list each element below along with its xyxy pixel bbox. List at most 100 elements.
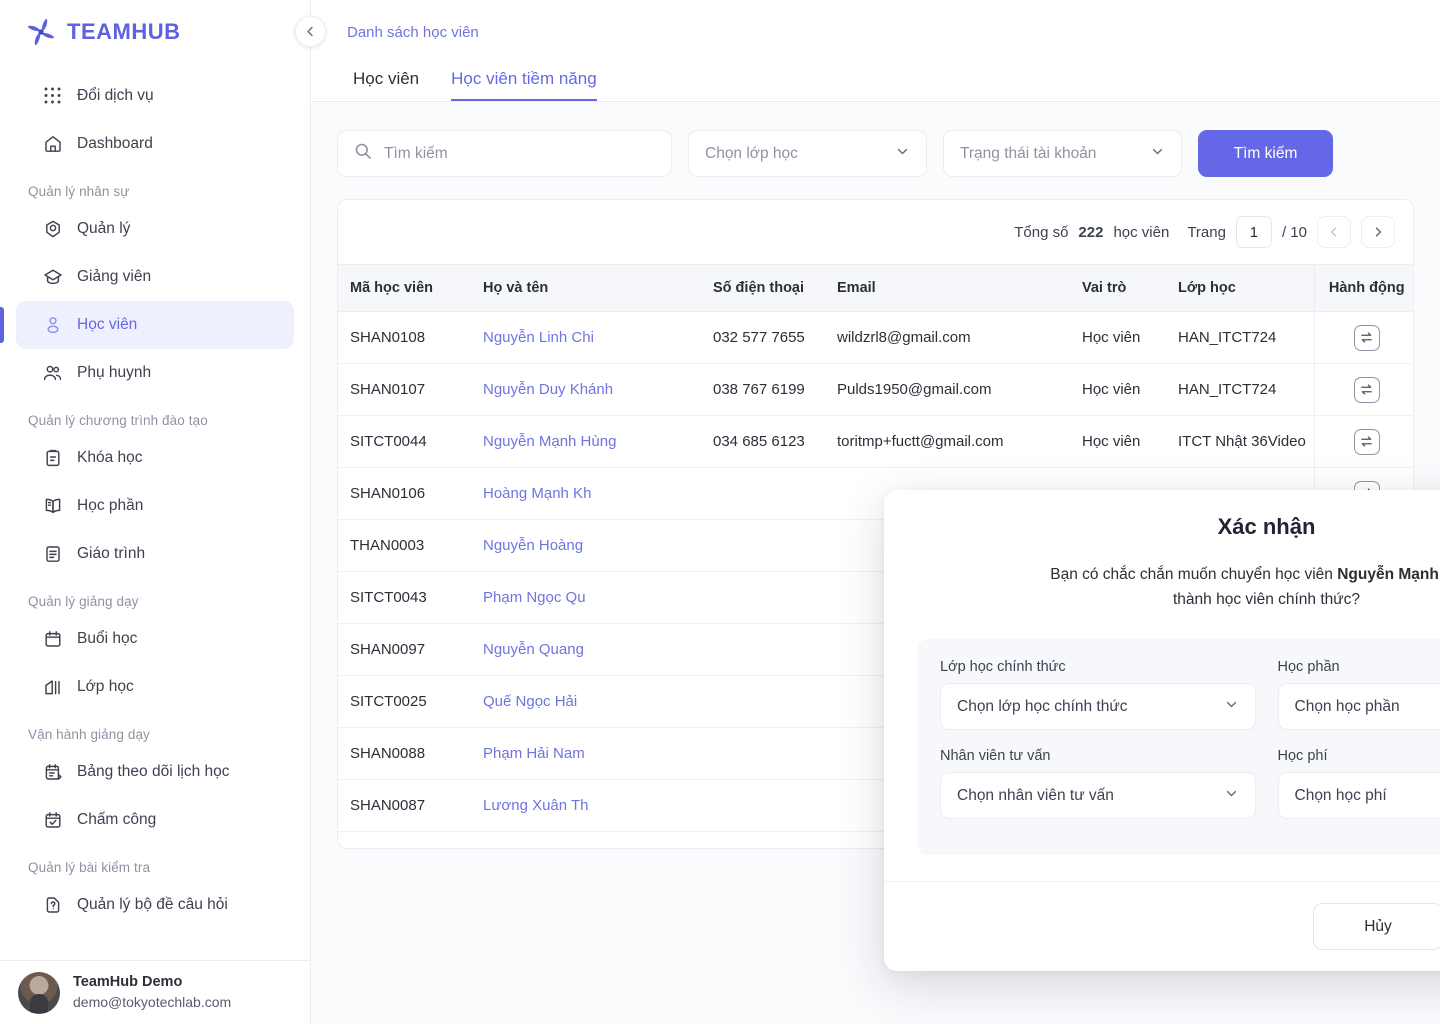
- teamhub-pinwheel-logo-icon: [24, 15, 58, 49]
- sidebar-item-h-c-vi-n[interactable]: Học viên: [0, 301, 294, 349]
- brand-name: TEAMHUB: [67, 19, 181, 44]
- total-count: 222: [1078, 223, 1104, 241]
- search-button[interactable]: Tìm kiếm: [1198, 130, 1333, 177]
- sidebar-item-gi-ng-vi-n[interactable]: Giảng viên: [16, 253, 294, 301]
- main-area: Danh sách học viên Học viên Học viên tiềm…: [295, 0, 1440, 1024]
- table-row[interactable]: SITCT0044 Nguyễn Mạnh Hùng 034 685 6123 tor…: [338, 415, 1413, 468]
- cell-phone: 032 577 7655: [701, 311, 825, 364]
- table-row[interactable]: SHAN0107 Nguyễn Duy Khánh 038 767 6199 Puld…: [338, 363, 1413, 416]
- topbar: Danh sách học viên: [311, 0, 1440, 64]
- cell-name[interactable]: Nguyễn Linh Chi: [471, 311, 701, 364]
- modal-field-label: Học phần: [1277, 659, 1340, 676]
- page-label: Trang: [1187, 223, 1226, 241]
- grid-apps-icon: [42, 86, 63, 107]
- cell-name[interactable]: Lương Xuân Th: [471, 779, 701, 832]
- sidebar-item-label: Chấm công: [77, 811, 157, 828]
- cell-role: Học viên: [1070, 415, 1166, 468]
- sidebar-item--i-d-ch-v-[interactable]: Đổi dịch vụ: [16, 72, 294, 120]
- cell-actions: [1313, 415, 1413, 468]
- cell-phone: [701, 571, 825, 624]
- modal-message: Bạn có chắc chắn muốn chuyển học viên Ng…: [884, 540, 1440, 612]
- column-header: Hành động: [1313, 264, 1413, 312]
- user-icon: [42, 315, 63, 336]
- sidebar-item-qu-n-l-[interactable]: Quản lý: [16, 205, 294, 253]
- status-select[interactable]: Trạng thái tài khoản: [943, 130, 1182, 177]
- cell-role: Học viên: [1070, 311, 1166, 364]
- modal-field-select[interactable]: Chọn học phần: [1277, 683, 1440, 731]
- cell-name[interactable]: Nguyễn Quang: [471, 623, 701, 676]
- cell-name[interactable]: Nguyễn Hoàng: [471, 519, 701, 572]
- cell-name[interactable]: Phạm Ngọc Qu: [471, 571, 701, 624]
- cell-name[interactable]: Nguyễn Duy Khánh: [471, 363, 701, 416]
- cell-phone: 038 767 6199: [701, 363, 825, 416]
- sidebar-item-ch-m-c-ng[interactable]: Chấm công: [16, 796, 294, 844]
- cell-phone: [701, 675, 825, 728]
- users-group-icon: [42, 363, 63, 384]
- sidebar-item-gi-o-tr-nh[interactable]: Giáo trình: [16, 530, 294, 578]
- class-select-value: Chọn lớp học: [705, 144, 798, 162]
- sidebar-item-qu-n-l-b-c-u-h-i[interactable]: Quản lý bộ đề câu hỏi: [16, 881, 294, 929]
- question-file-icon: [42, 895, 63, 916]
- cell-code: THAN0003: [338, 519, 471, 572]
- cell-code: SHAN0097: [338, 623, 471, 676]
- modal-field-value: Chọn nhân viên tư vấn: [957, 786, 1114, 804]
- cell-email: toritmp+fuctt@gmail.com: [825, 415, 1070, 468]
- total-pages: / 10: [1281, 223, 1307, 241]
- modal-field-value: Chọn học phần: [1294, 697, 1400, 715]
- calendar-check-icon: [42, 810, 63, 831]
- cancel-button[interactable]: Hủy: [1313, 903, 1440, 950]
- sidebar-item-l-p-h-c[interactable]: Lớp học: [16, 663, 294, 711]
- sidebar-item-dashboard[interactable]: Dashboard: [16, 120, 294, 168]
- sidebar-item-label: Đổi dịch vụ: [77, 87, 154, 104]
- sidebar-item-label: Quản lý bộ đề câu hỏi: [77, 896, 228, 913]
- sidebar-user-card[interactable]: TeamHub Demo demo@tokyotechlab.com: [0, 960, 310, 1024]
- sidebar-collapse-button[interactable]: [295, 16, 326, 47]
- search-icon: [354, 142, 372, 165]
- cell-actions: [1313, 311, 1413, 364]
- search-input[interactable]: Tìm kiếm: [337, 130, 672, 177]
- column-header: Lớp học: [1166, 264, 1314, 312]
- modal-field-label: Nhân viên tư vấn: [940, 748, 1051, 765]
- cell-code: SHAN0107: [338, 363, 471, 416]
- modal-field-select[interactable]: Chọn lớp học chính thức: [940, 683, 1256, 731]
- chevron-down-icon: [1224, 697, 1239, 717]
- tab-potential-students[interactable]: Học viên tiềm năng: [451, 69, 597, 101]
- cell-code: SITCT0025: [338, 675, 471, 728]
- sidebar-item-ph-huynh[interactable]: Phụ huynh: [16, 349, 294, 397]
- sidebar-item-label: Học phần: [77, 497, 144, 514]
- cell-name[interactable]: Phạm Hải Nam: [471, 727, 701, 780]
- total-suffix: học viên: [1113, 223, 1170, 241]
- sidebar-item-label: Giáo trình: [77, 545, 146, 562]
- brand-logo[interactable]: TEAMHUB: [0, 0, 310, 64]
- transfer-swap-icon[interactable]: [1353, 324, 1380, 351]
- status-select-value: Trạng thái tài khoản: [960, 144, 1097, 162]
- sidebar-item-h-c-ph-n[interactable]: Học phần: [16, 482, 294, 530]
- transfer-swap-icon[interactable]: [1353, 376, 1380, 403]
- table-row[interactable]: SHAN0108 Nguyễn Linh Chi 032 577 7655 wildz…: [338, 311, 1413, 364]
- modal-message-after: thành học viên chính thức?: [1172, 591, 1361, 609]
- modal-field-select[interactable]: Chọn nhân viên tư vấn: [940, 772, 1256, 820]
- class-select[interactable]: Chọn lớp học: [688, 130, 927, 177]
- breadcrumb[interactable]: Danh sách học viên: [347, 24, 479, 41]
- next-page-button[interactable]: [1361, 216, 1395, 248]
- cell-email: Pulds1950@gmail.com: [825, 363, 1070, 416]
- prev-page-button[interactable]: [1317, 216, 1351, 248]
- cell-name[interactable]: Nguyễn Mạnh Hùng: [471, 415, 701, 468]
- tab-students[interactable]: Học viên: [353, 69, 419, 101]
- transfer-swap-icon[interactable]: [1353, 428, 1380, 455]
- user-name: TeamHub Demo: [73, 974, 183, 991]
- modal-field-select[interactable]: Chọn học phí: [1277, 772, 1440, 820]
- sidebar-item-bu-i-h-c[interactable]: Buổi học: [16, 615, 294, 663]
- graduation-cap-icon: [42, 267, 63, 288]
- page-number-input[interactable]: 1: [1235, 216, 1272, 248]
- modal-field-label: Lớp học chính thức: [940, 659, 1066, 676]
- cell-name[interactable]: Hoàng Mạnh Kh: [471, 467, 701, 520]
- cell-name[interactable]: Quế Ngọc Hải: [471, 675, 701, 728]
- chevron-down-icon: [1150, 144, 1165, 164]
- modal-footer: Hủy Xác nhận: [884, 881, 1440, 971]
- modal-field: Học phần Chọn học phần: [1277, 659, 1440, 742]
- sidebar-item-b-ng-theo-d-i-l-ch-h-c[interactable]: Bảng theo dõi lịch học: [16, 748, 294, 796]
- modal-message-student-name: Nguyễn Mạnh Hùng: [1337, 566, 1440, 583]
- sidebar: TEAMHUB Đổi dịch vụ Dashboard Quản lý nhân…: [0, 0, 311, 1024]
- sidebar-item-kh-a-h-c[interactable]: Khóa học: [16, 434, 294, 482]
